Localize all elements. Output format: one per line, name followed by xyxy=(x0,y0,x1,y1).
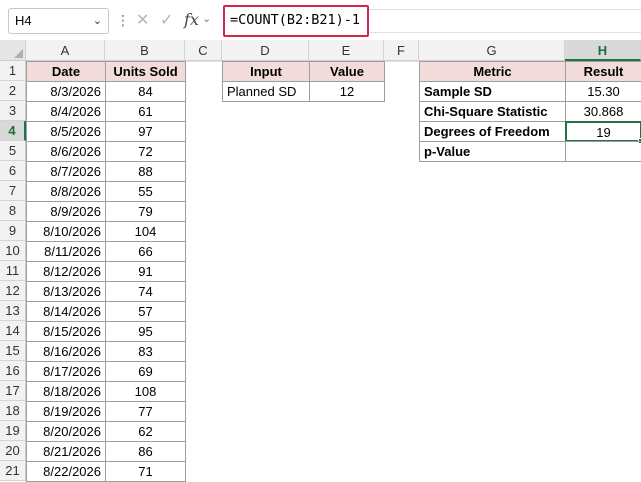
units-sold-cell[interactable]: 91 xyxy=(105,261,186,282)
row-header-18[interactable]: 18 xyxy=(0,401,26,421)
units-sold-cell[interactable]: 77 xyxy=(105,401,186,422)
row-header-17[interactable]: 17 xyxy=(0,381,26,401)
formula-input-extension[interactable] xyxy=(369,9,641,33)
units-sold-cell[interactable]: 108 xyxy=(105,381,186,402)
units-sold-cell[interactable]: 86 xyxy=(105,441,186,462)
units-sold-cell[interactable]: 74 xyxy=(105,281,186,302)
column-header-f[interactable]: F xyxy=(384,40,419,61)
row-header-12[interactable]: 12 xyxy=(0,281,26,301)
units-sold-cell[interactable]: 95 xyxy=(105,321,186,342)
units-sold-cell[interactable]: 72 xyxy=(105,141,186,162)
column-header-a[interactable]: A xyxy=(26,40,105,61)
metric-result-cell[interactable]: 15.30 xyxy=(565,81,641,102)
row-header-20[interactable]: 20 xyxy=(0,441,26,461)
sales-date-cell[interactable]: 8/3/2026 xyxy=(26,81,106,102)
metric-table-header[interactable]: Result xyxy=(565,61,641,82)
row-header-5[interactable]: 5 xyxy=(0,141,26,161)
formula-input[interactable]: =COUNT(B2:B21)-1 xyxy=(223,5,369,37)
metric-label-cell[interactable]: Sample SD xyxy=(419,81,566,102)
metric-table-header[interactable]: Metric xyxy=(419,61,566,82)
column-header-b[interactable]: B xyxy=(105,40,185,61)
units-sold-cell[interactable]: 79 xyxy=(105,201,186,222)
units-sold-cell[interactable]: 57 xyxy=(105,301,186,322)
units-sold-cell[interactable]: 61 xyxy=(105,101,186,122)
metric-label-cell[interactable]: Chi-Square Statistic xyxy=(419,101,566,122)
sales-date-cell[interactable]: 8/12/2026 xyxy=(26,261,106,282)
row-header-15[interactable]: 15 xyxy=(0,341,26,361)
formula-bar-buttons: ✕ ✓ fx ⌄ xyxy=(128,8,218,34)
sales-date-cell[interactable]: 8/10/2026 xyxy=(26,221,106,242)
row-header-14[interactable]: 14 xyxy=(0,321,26,341)
sales-date-cell[interactable]: 8/20/2026 xyxy=(26,421,106,442)
units-sold-cell[interactable]: 83 xyxy=(105,341,186,362)
row-header-6[interactable]: 6 xyxy=(0,161,26,181)
row-header-9[interactable]: 9 xyxy=(0,221,26,241)
input-table-header[interactable]: Input xyxy=(222,61,310,82)
row-header-3[interactable]: 3 xyxy=(0,101,26,121)
row-header-4[interactable]: 4 xyxy=(0,121,26,141)
row-header-13[interactable]: 13 xyxy=(0,301,26,321)
column-header-e[interactable]: E xyxy=(309,40,384,61)
input-table-header[interactable]: Value xyxy=(309,61,385,82)
column-header-c[interactable]: C xyxy=(185,40,222,61)
column-header-g[interactable]: G xyxy=(419,40,565,61)
sales-date-cell[interactable]: 8/7/2026 xyxy=(26,161,106,182)
units-sold-cell[interactable]: 104 xyxy=(105,221,186,242)
enter-check-icon[interactable]: ✓ xyxy=(160,10,173,30)
chevron-down-icon[interactable]: ⌄ xyxy=(202,12,211,25)
row-header-19[interactable]: 19 xyxy=(0,421,26,441)
chevron-down-icon[interactable]: ⌄ xyxy=(93,9,102,33)
units-sold-cell[interactable]: 97 xyxy=(105,121,186,142)
insert-function-icon[interactable]: fx xyxy=(184,10,199,29)
sales-date-cell[interactable]: 8/9/2026 xyxy=(26,201,106,222)
sales-date-cell[interactable]: 8/8/2026 xyxy=(26,181,106,202)
row-header-2[interactable]: 2 xyxy=(0,81,26,101)
sales-date-cell[interactable]: 8/14/2026 xyxy=(26,301,106,322)
name-box-value: H4 xyxy=(15,13,32,28)
metric-label-cell[interactable]: p-Value xyxy=(419,141,566,162)
column-header-d[interactable]: D xyxy=(222,40,309,61)
units-sold-cell[interactable]: 71 xyxy=(105,461,186,482)
units-sold-cell[interactable]: 84 xyxy=(105,81,186,102)
input-label-cell[interactable]: Planned SD xyxy=(222,81,310,102)
sales-date-cell[interactable]: 8/11/2026 xyxy=(26,241,106,262)
sales-date-cell[interactable]: 8/19/2026 xyxy=(26,401,106,422)
sales-table-header[interactable]: Units Sold xyxy=(105,61,186,82)
more-dots-icon[interactable]: ⋮ xyxy=(116,10,130,30)
row-header-10[interactable]: 10 xyxy=(0,241,26,261)
units-sold-cell[interactable]: 55 xyxy=(105,181,186,202)
select-all-corner[interactable] xyxy=(0,40,26,61)
units-sold-cell[interactable]: 88 xyxy=(105,161,186,182)
metric-result-cell[interactable]: 30.868 xyxy=(565,101,641,122)
units-sold-cell[interactable]: 66 xyxy=(105,241,186,262)
metric-label-cell[interactable]: Degrees of Freedom xyxy=(419,121,566,142)
sales-date-cell[interactable]: 8/6/2026 xyxy=(26,141,106,162)
input-value-cell[interactable]: 12 xyxy=(309,81,385,102)
row-header-21[interactable]: 21 xyxy=(0,461,26,481)
sales-date-cell[interactable]: 8/16/2026 xyxy=(26,341,106,362)
sales-date-cell[interactable]: 8/18/2026 xyxy=(26,381,106,402)
row-header-11[interactable]: 11 xyxy=(0,261,26,281)
row-header-16[interactable]: 16 xyxy=(0,361,26,381)
metric-result-cell[interactable] xyxy=(565,141,641,162)
active-cell-h4[interactable]: 19 xyxy=(565,121,641,142)
sales-date-cell[interactable]: 8/13/2026 xyxy=(26,281,106,302)
cancel-icon[interactable]: ✕ xyxy=(136,10,149,30)
sales-date-cell[interactable]: 8/17/2026 xyxy=(26,361,106,382)
formula-bar: H4 ⌄ ⋮ ✕ ✓ fx ⌄ =COUNT(B2:B21)-1 xyxy=(0,0,641,40)
sales-date-cell[interactable]: 8/15/2026 xyxy=(26,321,106,342)
sales-table-header[interactable]: Date xyxy=(26,61,106,82)
units-sold-cell[interactable]: 62 xyxy=(105,421,186,442)
sales-date-cell[interactable]: 8/21/2026 xyxy=(26,441,106,462)
units-sold-cell[interactable]: 69 xyxy=(105,361,186,382)
sales-date-cell[interactable]: 8/4/2026 xyxy=(26,101,106,122)
row-header-7[interactable]: 7 xyxy=(0,181,26,201)
row-header-1[interactable]: 1 xyxy=(0,61,26,81)
name-box[interactable]: H4 ⌄ xyxy=(8,8,109,34)
row-header-8[interactable]: 8 xyxy=(0,201,26,221)
sales-date-cell[interactable]: 8/5/2026 xyxy=(26,121,106,142)
sales-date-cell[interactable]: 8/22/2026 xyxy=(26,461,106,482)
column-header-h[interactable]: H xyxy=(565,40,641,61)
